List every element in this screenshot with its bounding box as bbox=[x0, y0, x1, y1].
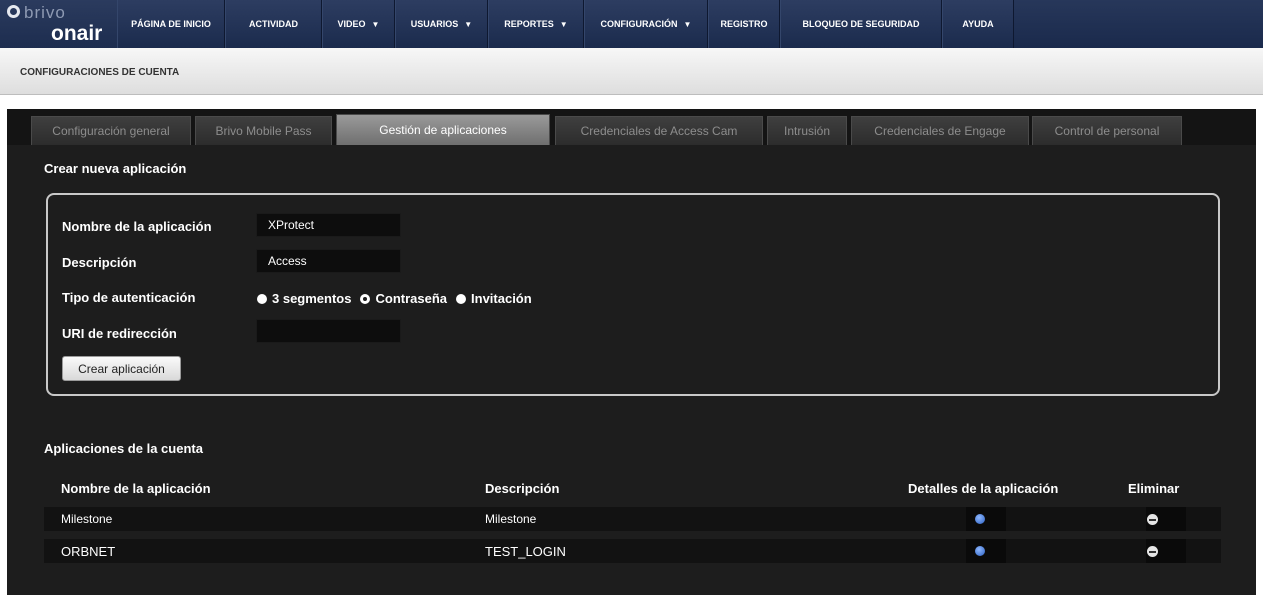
tab-label: Credenciales de Access Cam bbox=[580, 124, 738, 138]
logo-ring-icon bbox=[7, 5, 20, 18]
remove-icon[interactable] bbox=[1147, 546, 1158, 557]
account-apps-heading: Aplicaciones de la cuenta bbox=[44, 441, 203, 456]
column-header-delete: Eliminar bbox=[1128, 481, 1180, 496]
nav-item-registro[interactable]: REGISTRO bbox=[708, 0, 780, 48]
tab-credenciales-access-cam[interactable]: Credenciales de Access Cam bbox=[555, 116, 763, 145]
nav-item-inicio[interactable]: PÁGINA DE INICIO bbox=[117, 0, 225, 48]
tab-control-personal[interactable]: Control de personal bbox=[1032, 116, 1182, 145]
tab-label: Brivo Mobile Pass bbox=[215, 124, 312, 138]
logo-brivo-text: brivo bbox=[24, 3, 66, 22]
top-nav-bar: brivo onair PÁGINA DE INICIO ACTIVIDAD V… bbox=[0, 0, 1263, 48]
nav-label: AYUDA bbox=[962, 19, 994, 29]
radio-invitacion[interactable] bbox=[456, 293, 467, 304]
radio-label: 3 segmentos bbox=[272, 291, 352, 306]
app-name-label: Nombre de la aplicación bbox=[62, 219, 212, 234]
nav-label: VIDEO bbox=[337, 19, 366, 29]
app-name-input[interactable]: XProtect bbox=[256, 213, 401, 237]
nav-item-configuracion[interactable]: CONFIGURACIÓN ▼ bbox=[584, 0, 708, 48]
tab-label: Intrusión bbox=[783, 124, 831, 138]
description-label: Descripción bbox=[62, 255, 137, 270]
nav-label: USUARIOS bbox=[410, 19, 459, 29]
tab-intrusion[interactable]: Intrusión bbox=[767, 116, 847, 145]
chevron-down-icon: ▼ bbox=[559, 19, 568, 29]
redirect-uri-input[interactable] bbox=[256, 319, 401, 343]
nav-label: BLOQUEO DE SEGURIDAD bbox=[802, 19, 920, 29]
nav-label: PÁGINA DE INICIO bbox=[131, 19, 211, 29]
redirect-uri-label: URI de redirección bbox=[62, 326, 177, 341]
app-description-cell: Milestone bbox=[485, 512, 537, 526]
description-input[interactable]: Access bbox=[256, 249, 401, 273]
tab-brivo-mobile-pass[interactable]: Brivo Mobile Pass bbox=[195, 116, 332, 145]
radio-label: Invitación bbox=[471, 291, 532, 306]
table-row: ORBNET TEST_LOGIN bbox=[44, 539, 1221, 563]
tab-label: Gestión de aplicaciones bbox=[379, 123, 507, 137]
page-title: CONFIGURACIONES DE CUENTA bbox=[20, 67, 180, 78]
auth-type-label: Tipo de autenticación bbox=[62, 290, 196, 305]
nav-item-reportes[interactable]: REPORTES ▼ bbox=[488, 0, 584, 48]
details-cell bbox=[966, 507, 1006, 531]
table-row: Milestone Milestone bbox=[44, 507, 1221, 531]
app-description-cell: TEST_LOGIN bbox=[485, 544, 566, 559]
app-name-cell: Milestone bbox=[61, 512, 113, 526]
column-header-name: Nombre de la aplicación bbox=[61, 481, 211, 496]
info-icon[interactable] bbox=[975, 514, 985, 524]
nav-item-video[interactable]: VIDEO ▼ bbox=[322, 0, 395, 48]
nav-item-ayuda[interactable]: AYUDA bbox=[942, 0, 1014, 48]
nav-item-usuarios[interactable]: USUARIOS ▼ bbox=[395, 0, 488, 48]
nav-label: REGISTRO bbox=[720, 19, 768, 29]
radio-contrasena[interactable] bbox=[360, 293, 371, 304]
tab-label: Configuración general bbox=[52, 124, 170, 138]
nav-label: ACTIVIDAD bbox=[249, 19, 298, 29]
nav-label: CONFIGURACIÓN bbox=[600, 19, 678, 29]
radio-label: Contraseña bbox=[375, 291, 448, 306]
chevron-down-icon: ▼ bbox=[371, 19, 380, 29]
nav-label: REPORTES bbox=[504, 19, 554, 29]
remove-icon[interactable] bbox=[1147, 514, 1158, 525]
page-header-bar: CONFIGURACIONES DE CUENTA bbox=[0, 48, 1263, 95]
brivo-onair-logo[interactable]: brivo onair bbox=[0, 0, 117, 48]
logo-onair-text: onair bbox=[51, 22, 103, 45]
tab-gestion-aplicaciones[interactable]: Gestión de aplicaciones bbox=[336, 114, 550, 145]
column-header-description: Descripción bbox=[485, 481, 560, 496]
nav-item-actividad[interactable]: ACTIVIDAD bbox=[225, 0, 322, 48]
nav-item-bloqueo[interactable]: BLOQUEO DE SEGURIDAD bbox=[780, 0, 942, 48]
details-cell bbox=[966, 539, 1006, 563]
radio-3-segmentos[interactable] bbox=[257, 293, 267, 304]
tab-label: Control de personal bbox=[1054, 124, 1160, 138]
auth-type-radio-group: 3 segmentos Contraseña Invitación bbox=[257, 291, 541, 306]
tab-label: Credenciales de Engage bbox=[874, 124, 1006, 138]
tab-credenciales-engage[interactable]: Credenciales de Engage bbox=[851, 116, 1029, 145]
app-name-cell: ORBNET bbox=[61, 544, 116, 559]
tab-configuracion-general[interactable]: Configuración general bbox=[31, 116, 191, 145]
info-icon[interactable] bbox=[975, 546, 985, 556]
chevron-down-icon: ▼ bbox=[464, 19, 473, 29]
create-app-form bbox=[46, 193, 1220, 396]
create-app-heading: Crear nueva aplicación bbox=[44, 161, 187, 176]
create-app-button[interactable]: Crear aplicación bbox=[62, 356, 181, 381]
chevron-down-icon: ▼ bbox=[683, 19, 692, 29]
column-header-details: Detalles de la aplicación bbox=[908, 481, 1059, 496]
